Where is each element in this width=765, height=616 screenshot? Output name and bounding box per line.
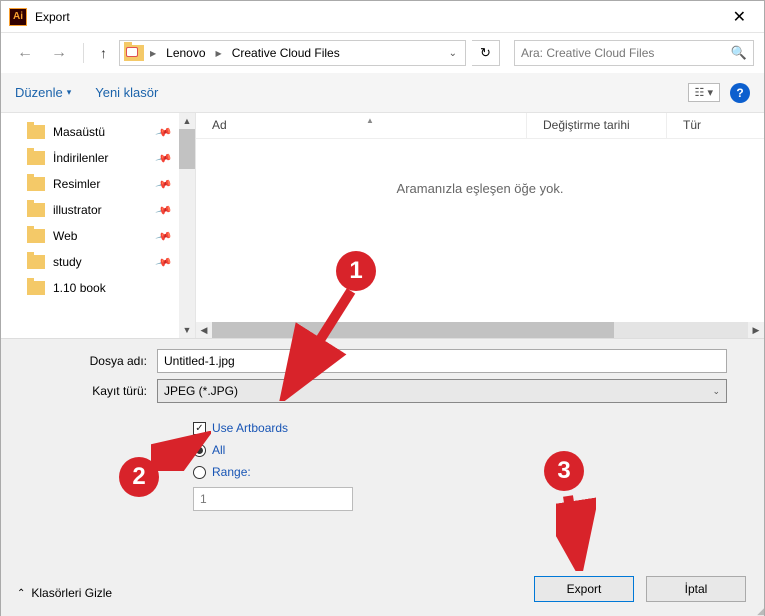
help-icon[interactable]: ? [730,83,750,103]
range-input[interactable]: 1 [193,487,353,511]
back-icon[interactable]: ← [11,40,39,66]
folder-icon [27,229,45,243]
column-headers: Ad Değiştirme tarihi Tür [196,113,764,139]
column-type[interactable]: Tür [666,113,717,138]
use-artboards-option[interactable]: ✓ Use Artboards [193,421,748,435]
chevron-down-icon: ⌄ [712,386,720,397]
scroll-left-button[interactable]: ◀ [196,322,212,338]
folder-icon [27,281,45,295]
folder-icon [27,125,45,139]
savetype-label: Kayıt türü: [17,384,157,398]
breadcrumb-item[interactable]: Creative Cloud Files [228,44,344,62]
search-placeholder: Ara: Creative Cloud Files [521,46,654,60]
range-value: 1 [200,492,207,506]
toolbar: Düzenle ▾ Yeni klasör ☷ ▾ ? [1,73,764,113]
chevron-right-icon[interactable]: ▶ [148,49,158,58]
folder-tree: ▲ Masaüstü 📌 İndirilenler 📌 Resimler 📌 illu… [1,113,196,338]
search-input[interactable]: Ara: Creative Cloud Files 🔍 [514,40,754,66]
sidebar-item-label: Resimler [53,177,100,191]
all-option[interactable]: All [193,443,748,457]
empty-state-message: Aramanızla eşleşen öğe yok. [196,181,764,196]
hide-folders-toggle[interactable]: ⌃ Klasörleri Gizle [17,586,112,600]
file-browser: ▲ Masaüstü 📌 İndirilenler 📌 Resimler 📌 illu… [1,113,764,338]
chevron-right-icon[interactable]: ▶ [214,49,224,58]
sidebar-item-book[interactable]: 1.10 book [27,275,195,301]
new-folder-button[interactable]: Yeni klasör [95,85,158,100]
column-name[interactable]: Ad [196,113,526,138]
annotation-badge-2: 2 [119,457,159,497]
sidebar-item-desktop[interactable]: Masaüstü 📌 [27,119,195,145]
address-bar[interactable]: ▶ Lenovo ▶ Creative Cloud Files ⌄ [119,40,466,66]
close-icon[interactable]: ✕ [723,7,756,27]
scroll-right-button[interactable]: ▶ [748,322,764,338]
annotation-badge-3: 3 [544,451,584,491]
chevron-down-icon: ▾ [67,87,72,98]
app-icon: Ai [9,8,27,26]
pin-icon: 📌 [155,149,173,167]
export-button[interactable]: Export [534,576,634,602]
resize-grip-icon[interactable]: ◢ [757,609,762,614]
filename-label: Dosya adı: [17,354,157,368]
scroll-up-button[interactable]: ▲ [179,113,195,129]
column-modified[interactable]: Değiştirme tarihi [526,113,666,138]
annotation-arrow-3 [556,491,596,571]
sidebar-item-illustrator[interactable]: illustrator 📌 [27,197,195,223]
sidebar-item-label: 1.10 book [53,281,106,295]
organize-label: Düzenle [15,85,63,100]
pin-icon: 📌 [155,201,173,219]
annotation-badge-1: 1 [336,251,376,291]
forward-icon[interactable]: → [45,40,73,66]
window-title: Export [35,10,723,24]
titlebar: Ai Export ✕ [1,1,764,33]
sidebar-item-pictures[interactable]: Resimler 📌 [27,171,195,197]
cancel-button[interactable]: İptal [646,576,746,602]
folder-icon [27,203,45,217]
refresh-button[interactable]: ↻ [472,40,500,66]
scroll-down-button[interactable]: ▼ [179,322,195,338]
sidebar-item-study[interactable]: study 📌 [27,249,195,275]
organize-menu[interactable]: Düzenle ▾ [15,85,71,100]
sort-indicator-icon: ▲ [366,116,374,125]
sidebar-item-web[interactable]: Web 📌 [27,223,195,249]
pin-icon: 📌 [155,253,173,271]
hide-folders-label: Klasörleri Gizle [31,586,112,600]
annotation-arrow-2 [151,431,211,471]
view-options-button[interactable]: ☷ ▾ [688,83,720,102]
sidebar-item-label: İndirilenler [53,151,108,165]
folder-icon [27,151,45,165]
chevron-up-icon: ⌃ [17,588,25,599]
annotation-arrow-1 [271,281,371,401]
up-icon[interactable]: ↑ [94,41,113,65]
navigation-bar: ← → ↑ ▶ Lenovo ▶ Creative Cloud Files ⌄ … [1,33,764,73]
range-option[interactable]: Range: [193,465,748,479]
range-label: Range: [212,465,251,479]
savetype-select[interactable]: JPEG (*.JPG) ⌄ [157,379,727,403]
sidebar-item-downloads[interactable]: İndirilenler 📌 [27,145,195,171]
pin-icon: 📌 [155,123,173,141]
sidebar-item-label: illustrator [53,203,102,217]
use-artboards-label: Use Artboards [212,421,288,435]
chevron-down-icon[interactable]: ⌄ [445,48,461,59]
export-options-panel: Dosya adı: Kayıt türü: JPEG (*.JPG) ⌄ ✓ … [1,338,764,616]
scrollbar-thumb[interactable] [179,129,195,169]
savetype-value: JPEG (*.JPG) [164,384,238,398]
nav-separator [83,43,84,63]
breadcrumb-item[interactable]: Lenovo [162,44,209,62]
sidebar-item-label: study [53,255,82,269]
folder-icon [27,255,45,269]
sidebar-item-label: Masaüstü [53,125,105,139]
pin-icon: 📌 [155,175,173,193]
sidebar-item-label: Web [53,229,77,243]
filename-input[interactable] [157,349,727,373]
pin-icon: 📌 [155,227,173,245]
location-folder-icon [124,45,144,61]
search-icon[interactable]: 🔍 [731,45,747,61]
folder-icon [27,177,45,191]
all-label: All [212,443,225,457]
